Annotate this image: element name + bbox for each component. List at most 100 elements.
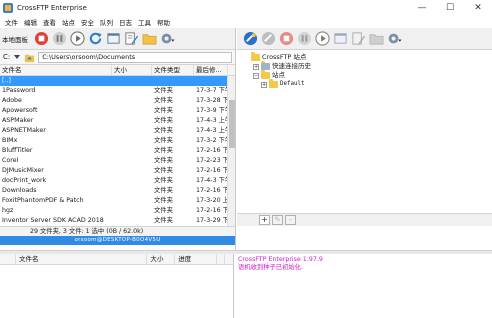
file-type: 文件夹 [154, 137, 173, 144]
queue-column-extra-2[interactable] [225, 254, 233, 264]
play-icon[interactable] [70, 31, 85, 46]
disconnect-icon[interactable] [261, 31, 276, 46]
local-status: 29 文件夹, 3 文件: 1 选中 (0B / 62.0k) [0, 226, 235, 236]
queue-column-extra[interactable] [217, 254, 226, 264]
table-row[interactable]: Apowersoft 文件夹 17-3-9 下午... [0, 106, 235, 116]
edit-icon[interactable] [124, 31, 139, 46]
column-header-name[interactable]: 文件名 [0, 65, 112, 75]
close-button[interactable]: ✕ [464, 0, 492, 16]
file-type: 文件夹 [154, 117, 173, 124]
table-row[interactable]: docPrint_work 文件夹 17-4-3 下午... [0, 176, 235, 186]
settings-icon[interactable] [387, 31, 402, 46]
table-row[interactable]: BIMx 文件夹 17-3-2 下午... [0, 136, 235, 146]
pause-icon[interactable] [297, 31, 312, 46]
menu-view[interactable]: 查看 [40, 17, 59, 27]
window-title: CrossFTP Enterprise [17, 4, 87, 12]
menu-file[interactable]: 文件 [2, 17, 21, 27]
log-panel: CrossFTP Enterprise 1.97.9 语机收到种子已初始化. [235, 254, 492, 318]
file-modified: 17-3-7 下午... [196, 87, 228, 94]
new-folder-icon[interactable] [369, 31, 384, 46]
table-row[interactable]: Adobe 文件夹 17-3-28 下午... [0, 96, 235, 106]
table-row[interactable]: Corel 文件夹 17-2-23 下午... [0, 156, 235, 166]
menu-sites[interactable]: 站点 [59, 17, 78, 27]
file-modified: 17-4-3 上午... [196, 127, 228, 134]
file-modified: 17-2-16 下午... [196, 187, 228, 194]
new-folder-icon[interactable] [142, 31, 157, 46]
drive-label[interactable]: C: [3, 53, 10, 61]
file-modified [194, 76, 228, 86]
file-size [112, 86, 152, 96]
table-row[interactable]: hgz 文件夹 17-2-16 下午... [0, 206, 235, 216]
file-size [112, 116, 152, 126]
menu-log[interactable]: 日志 [116, 17, 135, 27]
table-row[interactable]: ASPMaker 文件夹 17-4-3 上午... [0, 116, 235, 126]
up-folder-icon[interactable] [24, 52, 35, 63]
column-header-size[interactable]: 大小 [112, 65, 152, 75]
file-name: ASPNETMaker [2, 127, 46, 134]
expand-icon[interactable]: + [261, 81, 267, 88]
title-bar: CrossFTP Enterprise — ☐ ✕ [0, 0, 492, 16]
column-header-type[interactable]: 文件类型 [152, 65, 194, 75]
refresh-icon[interactable] [88, 31, 103, 46]
window-controls: — ☐ ✕ [408, 0, 492, 16]
file-type: 文件夹 [154, 107, 173, 114]
expand-icon[interactable]: + [253, 63, 259, 70]
file-size [112, 76, 152, 86]
folder-icon [261, 70, 270, 79]
table-row[interactable]: DJMusicMixer 文件夹 17-2-16 下午... [0, 166, 235, 176]
local-scrollbar[interactable] [227, 76, 235, 226]
stop-icon[interactable] [279, 31, 294, 46]
file-size [112, 106, 152, 116]
menu-edit[interactable]: 编辑 [21, 17, 40, 27]
table-row[interactable]: Inventor Server SDK ACAD 2018 文件夹 17-3-2… [0, 216, 235, 226]
table-row[interactable]: [..] [0, 76, 235, 86]
file-type: 文件夹 [154, 187, 173, 194]
log-line: CrossFTP Enterprise 1.97.9 [238, 256, 323, 263]
file-modified: 17-3-2 下午... [196, 137, 228, 144]
play-icon[interactable] [315, 31, 330, 46]
queue-column-type[interactable] [0, 254, 16, 264]
console-icon[interactable] [333, 31, 348, 46]
drive-dropdown-icon[interactable] [13, 52, 21, 62]
menu-tools[interactable]: 工具 [135, 17, 154, 27]
menu-security[interactable]: 安全 [78, 17, 97, 27]
table-row[interactable]: ASPNETMaker 文件夹 17-4-3 上午... [0, 126, 235, 136]
stop-icon[interactable] [34, 31, 49, 46]
maximize-button[interactable]: ☐ [436, 0, 464, 16]
file-type: 文件夹 [154, 217, 173, 224]
table-row[interactable]: 1Password 文件夹 17-3-7 下午... [0, 86, 235, 96]
tree-history[interactable]: + 快速连接历史 [251, 61, 492, 71]
file-modified: 17-2-16 下午... [196, 207, 228, 214]
collapse-icon[interactable]: − [253, 72, 259, 79]
tree-default[interactable]: + Default [251, 79, 492, 89]
minimize-button[interactable]: — [408, 0, 436, 16]
menu-queue[interactable]: 队列 [97, 17, 116, 27]
file-modified: 17-3-9 下午... [196, 107, 228, 114]
connect-icon[interactable] [243, 31, 258, 46]
add-site-button[interactable]: + [259, 215, 270, 225]
edit-site-button[interactable]: ✎ [272, 215, 283, 225]
settings-icon[interactable] [160, 31, 175, 46]
menu-help[interactable]: 帮助 [154, 17, 173, 27]
file-type: 文件夹 [154, 147, 173, 154]
remove-site-button[interactable]: – [285, 215, 296, 225]
console-icon[interactable] [106, 31, 121, 46]
scrollbar-thumb[interactable] [229, 100, 235, 148]
local-path-input[interactable] [38, 51, 232, 63]
table-row[interactable]: Downloads 文件夹 17-2-16 下午... [0, 186, 235, 196]
file-size [112, 96, 152, 106]
table-row[interactable]: BluffTitler 文件夹 17-2-16 下午... [0, 146, 235, 156]
tree-sites[interactable]: − 站点 [251, 70, 492, 80]
queue-column-name[interactable]: 文件名 [16, 254, 148, 264]
file-type: 文件夹 [154, 87, 173, 94]
queue-column-size[interactable]: 大小 [147, 254, 176, 264]
host-label: orsoom@DESKTOP-B0O4V5U [0, 236, 235, 245]
tree-root-label: CrossFTP 站点 [262, 53, 307, 61]
tree-root[interactable]: CrossFTP 站点 [251, 52, 492, 62]
queue-column-progress[interactable]: 进度 [175, 254, 218, 264]
column-header-modified[interactable]: 最后修... [194, 65, 228, 75]
table-row[interactable]: FoxitPhantomPDF & Patch 文件夹 17-3-20 上午..… [0, 196, 235, 206]
file-name: FoxitPhantomPDF & Patch [2, 197, 84, 204]
edit-icon[interactable] [351, 31, 366, 46]
pause-icon[interactable] [52, 31, 67, 46]
